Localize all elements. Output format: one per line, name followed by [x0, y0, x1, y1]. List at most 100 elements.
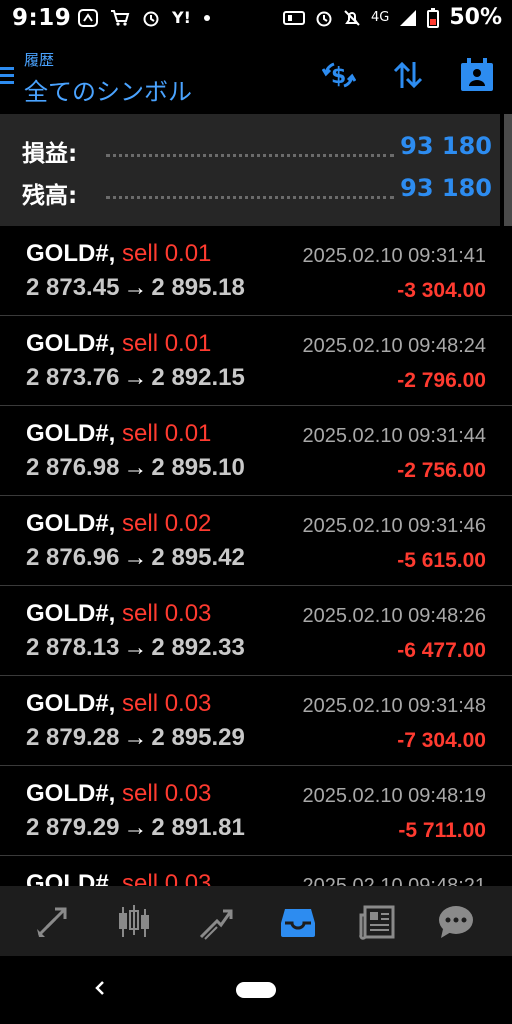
right-arrow-icon: → [123, 454, 148, 481]
trade-row[interactable]: GOLD#, sell 0.03 2 878.13 → 2 892.33 2025.02… [0, 586, 512, 676]
trade-row[interactable]: GOLD#, sell 0.02 2 876.96 → 2 895.42 2025.02… [0, 496, 512, 586]
open-price: 2 873.45 [26, 274, 120, 301]
trade-row[interactable]: GOLD#, sell 0.03 2 879.28 → 2 895.29 2025.02… [0, 676, 512, 766]
news-icon[interactable] [358, 902, 398, 942]
battery-icon [427, 7, 440, 28]
trade-row[interactable]: GOLD#, sell 0.01 2 873.76 → 2 892.15 2025.02… [0, 316, 512, 406]
home-button[interactable] [236, 982, 276, 998]
battery-percent: 50% [449, 5, 502, 30]
currency-exchange-icon[interactable]: $ [322, 59, 356, 91]
open-price: 2 876.98 [26, 454, 120, 481]
trade-symbol: GOLD#, [26, 240, 116, 267]
trade-side-volume: sell 0.01 [122, 330, 212, 357]
open-price: 2 878.13 [26, 634, 120, 661]
trade-time: 2025.02.10 09:48:26 [302, 605, 486, 627]
trade-history-list[interactable]: GOLD#, sell 0.01 2 873.45 → 2 895.18 2025.02… [0, 226, 512, 886]
balance-label: 残高: [22, 183, 78, 209]
period-calendar-icon[interactable] [460, 58, 494, 92]
symbol-filter-title[interactable]: 全てのシンボル [24, 72, 192, 107]
trade-side-volume: sell 0.01 [122, 420, 212, 447]
trade-profit: -2 796.00 [397, 369, 486, 392]
close-price: 2 891.81 [151, 814, 245, 841]
alarm-status-icon [315, 9, 333, 27]
close-price: 2 895.18 [151, 274, 245, 301]
trade-time: 2025.02.10 09:31:44 [302, 425, 486, 447]
trade-time: 2025.02.10 09:31:46 [302, 515, 486, 537]
chart-icon[interactable] [114, 902, 154, 942]
trade-symbol: GOLD#, [26, 330, 116, 357]
trade-row[interactable]: GOLD#, sell 0.03 2025.02.10 09:48:21 [0, 856, 512, 886]
trade-time: 2025.02.10 09:48:19 [302, 785, 486, 807]
close-price: 2 895.29 [151, 724, 245, 751]
trade-side-volume: sell 0.03 [122, 690, 212, 717]
close-price: 2 895.42 [151, 544, 245, 571]
cart-icon [110, 9, 130, 27]
trade-time: 2025.02.10 09:48:21 [302, 875, 486, 886]
history-icon[interactable] [278, 902, 318, 942]
bottom-navigation [0, 886, 512, 956]
profit-value: 93 180 [400, 132, 492, 160]
trade-profit: -3 304.00 [397, 279, 486, 302]
app-bar: 履歴 全てのシンボル $ [0, 38, 512, 114]
notifications-off-icon [343, 9, 361, 27]
trade-side-volume: sell 0.03 [122, 870, 212, 886]
sort-icon[interactable] [392, 60, 424, 90]
open-price: 2 873.76 [26, 364, 120, 391]
quotes-icon[interactable] [32, 902, 72, 942]
trade-side-volume: sell 0.03 [122, 600, 212, 627]
dotted-leader [106, 154, 394, 157]
more-notifications-dot-icon [203, 14, 211, 22]
signal-icon [399, 9, 417, 27]
trade-side-volume: sell 0.02 [122, 510, 212, 537]
open-price: 2 876.96 [26, 544, 120, 571]
trade-row[interactable]: GOLD#, sell 0.01 2 876.98 → 2 895.10 2025.02… [0, 406, 512, 496]
trade-side-volume: sell 0.03 [122, 780, 212, 807]
status-time: 9:19 [12, 5, 72, 31]
scrollbar[interactable] [504, 114, 512, 226]
trade-symbol: GOLD#, [26, 870, 116, 886]
app-subtitle: 履歴 [24, 51, 55, 69]
balance-row: 残高: 93 180 [22, 172, 492, 212]
trade-symbol: GOLD#, [26, 690, 116, 717]
chat-icon[interactable] [436, 902, 476, 942]
right-arrow-icon: → [123, 544, 148, 571]
open-price: 2 879.28 [26, 724, 120, 751]
profit-label: 損益: [22, 141, 78, 167]
open-price: 2 879.29 [26, 814, 120, 841]
trade-row[interactable]: GOLD#, sell 0.03 2 879.29 → 2 891.81 2025.02… [0, 766, 512, 856]
trade-profit: -6 477.00 [397, 639, 486, 662]
back-icon[interactable] [90, 978, 110, 998]
trade-time: 2025.02.10 09:31:41 [302, 245, 486, 267]
right-arrow-icon: → [123, 814, 148, 841]
system-navigation-bar [0, 956, 512, 1024]
close-price: 2 895.10 [151, 454, 245, 481]
vibrate-icon [282, 10, 305, 26]
right-arrow-icon: → [123, 634, 148, 661]
trade-profit: -7 304.00 [397, 729, 486, 752]
trade-time: 2025.02.10 09:31:48 [302, 695, 486, 717]
trade-profit: -2 756.00 [397, 459, 486, 482]
close-price: 2 892.15 [151, 364, 245, 391]
right-arrow-icon: → [123, 724, 148, 751]
profit-row: 損益: 93 180 [22, 130, 492, 170]
alarm-icon [142, 9, 160, 27]
network-type: 4G [370, 10, 390, 25]
trade-icon[interactable] [196, 902, 236, 942]
balance-value: 93 180 [400, 174, 492, 202]
trade-symbol: GOLD#, [26, 420, 116, 447]
trade-profit: -5 615.00 [397, 549, 486, 572]
yahoo-icon: Y! [172, 8, 191, 27]
menu-icon[interactable] [0, 64, 14, 86]
right-arrow-icon: → [123, 274, 148, 301]
close-price: 2 892.33 [151, 634, 245, 661]
trade-symbol: GOLD#, [26, 510, 116, 537]
status-bar: 9:19 Y! 4G 50% [0, 0, 512, 38]
dotted-leader [106, 196, 394, 199]
trade-side-volume: sell 0.01 [122, 240, 212, 267]
trade-row[interactable]: GOLD#, sell 0.01 2 873.45 → 2 895.18 2025.02… [0, 226, 512, 316]
trade-symbol: GOLD#, [26, 600, 116, 627]
trade-profit: -5 711.00 [398, 819, 486, 842]
trade-symbol: GOLD#, [26, 780, 116, 807]
summary-panel: 損益: 93 180 残高: 93 180 [0, 114, 500, 226]
right-arrow-icon: → [123, 364, 148, 391]
